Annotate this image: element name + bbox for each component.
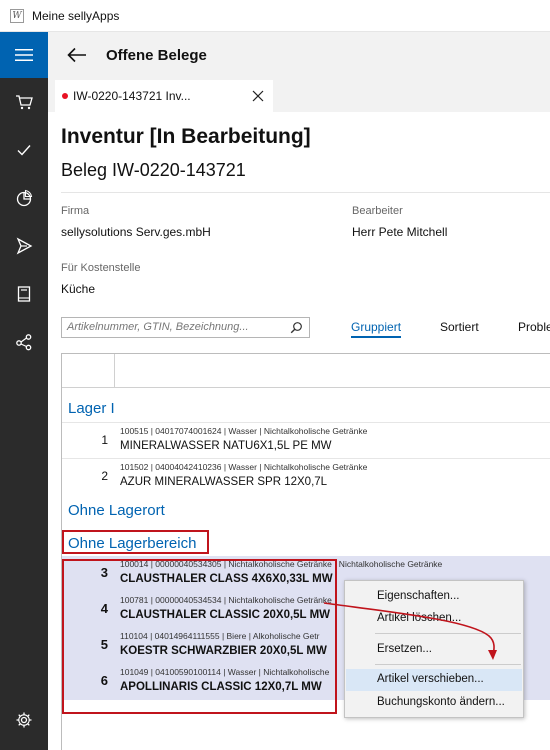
sidebar-item-share[interactable] [0,318,48,366]
pie-chart-icon [16,189,33,207]
kostenstelle-value: Küche [61,282,96,296]
row-name: AZUR MINERALWASSER SPR 12X0,7L [120,476,328,488]
grid-header [62,354,550,388]
app-logo-icon: W [10,8,24,23]
search-icon[interactable] [290,321,303,334]
tab-label: IW-0220-143721 Inv... [73,89,191,103]
row-meta: 101049 | 04100590100114 | Wasser | Nicht… [120,667,330,677]
menu-item-artikel-loeschen[interactable]: Artikel löschen... [346,608,522,630]
row-meta: 100515 | 04017074001624 | Wasser | Nicht… [120,426,368,436]
menu-separator [375,664,521,665]
firma-value: sellysolutions Serv.ges.mbH [61,225,211,239]
page-title: Offene Belege [106,46,207,64]
bearbeiter-value: Herr Pete Mitchell [352,225,448,239]
send-icon [16,237,33,255]
kostenstelle-label: Für Kostenstelle [61,262,141,274]
tab-bar: IW-0220-143721 Inv... [48,78,550,112]
context-menu: Eigenschaften... Artikel löschen... Erse… [344,580,524,718]
sidebar-item-cart[interactable] [0,78,48,126]
row-name: KOESTR SCHWARZBIER 20X0,5L MW [120,645,327,657]
row-meta: 110104 | 04014964111555 | Biere | Alkoho… [120,631,320,641]
tab-document[interactable]: IW-0220-143721 Inv... [55,80,273,112]
menu-separator [375,633,521,634]
menu-item-ersetzen[interactable]: Ersetzen... [346,639,522,661]
filter-sortiert[interactable]: Sortiert [440,320,479,334]
checkmark-icon [17,145,31,156]
group-header-ohne-lagerort[interactable]: Ohne Lagerort [68,502,165,519]
bearbeiter-label: Bearbeiter [352,205,403,217]
sidebar-item-check[interactable] [0,126,48,174]
row-name: CLAUSTHALER CLASS 4X6X0,33L MW [120,573,333,585]
back-button[interactable] [54,32,100,78]
row-number: 2 [101,469,108,483]
sidebar-item-book[interactable] [0,270,48,318]
gear-icon [16,712,32,728]
cart-icon [16,95,33,110]
filter-probleme[interactable]: Proble [518,320,550,334]
filter-gruppiert[interactable]: Gruppiert [351,320,401,334]
table-row[interactable]: 1 100515 | 04017074001624 | Wasser | Nic… [62,422,550,458]
row-number: 3 [100,565,108,580]
sidebar-item-send[interactable] [0,222,48,270]
page-header: Offene Belege [48,32,550,78]
grid-header-divider [114,354,115,388]
group-header-ohne-lagerbereich[interactable]: Ohne Lagerbereich [68,535,196,552]
row-number: 6 [100,673,108,688]
row-name: CLAUSTHALER CLASSIC 20X0,5L MW [120,609,331,621]
search-placeholder: Artikelnummer, GTIN, Bezeichnung... [67,321,249,333]
document-title: Inventur [In Bearbeitung] [61,125,311,148]
row-meta: 100781 | 00000040534534 | Nichtalkoholis… [120,595,332,605]
divider [61,192,550,193]
row-meta: 100014 | 00000040534305 | Nichtalkoholis… [120,559,443,569]
sidebar [0,32,48,750]
window-titlebar: W Meine sellyApps [0,0,550,32]
menu-item-buchungskonto[interactable]: Buchungskonto ändern... [346,692,522,714]
close-icon[interactable] [251,89,265,103]
share-icon [16,334,32,351]
document-subtitle: Beleg IW-0220-143721 [61,160,246,180]
hamburger-menu-button[interactable] [0,32,48,78]
group-header-lager1[interactable]: Lager I [68,400,115,417]
menu-item-eigenschaften[interactable]: Eigenschaften... [346,586,522,608]
arrow-left-icon [67,47,86,63]
row-name: APOLLINARIS CLASSIC 12X0,7L MW [120,681,322,693]
row-number: 4 [100,601,108,616]
firma-label: Firma [61,205,90,217]
settings-button[interactable] [0,696,48,744]
menu-item-artikel-verschieben[interactable]: Artikel verschieben... [346,669,522,691]
search-input[interactable]: Artikelnummer, GTIN, Bezeichnung... [61,317,310,338]
window-title: Meine sellyApps [32,8,120,23]
active-filter-indicator [351,336,401,338]
table-row[interactable]: 2 101502 | 04004042410236 | Wasser | Nic… [62,458,550,494]
sidebar-item-chart[interactable] [0,174,48,222]
row-number: 1 [101,433,108,447]
unsaved-dot-icon [62,93,68,99]
row-meta: 101502 | 04004042410236 | Wasser | Nicht… [120,462,368,472]
row-name: MINERALWASSER NATU6X1,5L PE MW [120,440,332,452]
row-number: 5 [100,637,108,652]
book-icon [17,286,31,302]
hamburger-icon [15,49,33,61]
